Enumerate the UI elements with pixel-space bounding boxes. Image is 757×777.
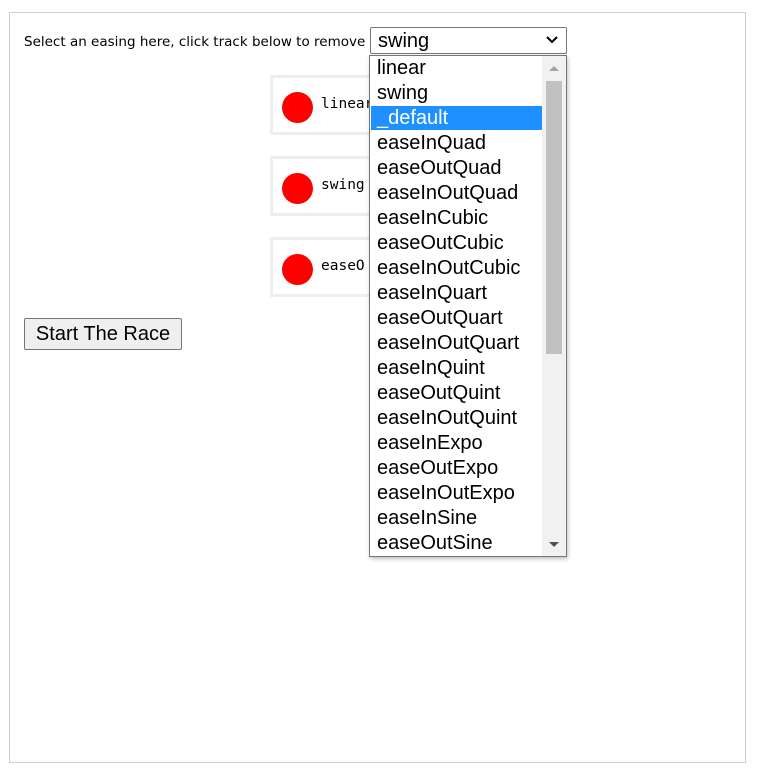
race-ball xyxy=(282,92,313,123)
dropdown-scrollbar[interactable] xyxy=(542,56,566,556)
track-linear[interactable]: linear xyxy=(270,75,376,135)
track-label: easeO xyxy=(321,258,365,274)
dropdown-option[interactable]: _default xyxy=(371,106,542,130)
dropdown-option[interactable]: easeInQuad xyxy=(371,131,542,155)
dropdown-option[interactable]: easeInQuart xyxy=(371,281,542,305)
dropdown-option[interactable]: easeInQuint xyxy=(371,356,542,380)
dropdown-option[interactable]: easeInOutCubic xyxy=(371,256,542,280)
race-ball xyxy=(282,173,313,204)
track-label: linear xyxy=(321,96,374,112)
dropdown-option[interactable]: easeOutExpo xyxy=(371,456,542,480)
track-swing[interactable]: swing xyxy=(270,156,376,216)
track-label: swing xyxy=(321,177,365,193)
scroll-thumb[interactable] xyxy=(546,81,562,354)
scroll-down-arrow-icon[interactable] xyxy=(542,532,566,556)
easing-dropdown-list: linear swing _default easeInQuad easeOutQuad… xyxy=(369,55,567,557)
track-easeout[interactable]: easeO xyxy=(270,237,376,297)
dropdown-option[interactable]: easeInOutExpo xyxy=(371,481,542,505)
easing-select-value: swing xyxy=(378,30,430,52)
dropdown-option[interactable]: swing xyxy=(371,81,542,105)
dropdown-option[interactable]: easeInOutQuad xyxy=(371,181,542,205)
dropdown-option[interactable]: easeOutSine xyxy=(371,531,542,555)
dropdown-option[interactable]: easeInSine xyxy=(371,506,542,530)
dropdown-option[interactable]: easeOutQuint xyxy=(371,381,542,405)
dropdown-option[interactable]: easeOutQuart xyxy=(371,306,542,330)
easing-select[interactable]: swing xyxy=(370,27,567,54)
dropdown-option[interactable]: easeInCubic xyxy=(371,206,542,230)
start-race-button[interactable]: Start The Race xyxy=(24,318,182,350)
chevron-down-icon xyxy=(546,36,558,44)
dropdown-option[interactable]: linear xyxy=(371,56,542,80)
scroll-up-arrow-icon[interactable] xyxy=(542,56,566,80)
dropdown-option[interactable]: easeInOutQuint xyxy=(371,406,542,430)
instruction-text: Select an easing here, click track below… xyxy=(24,34,366,50)
dropdown-option[interactable]: easeInExpo xyxy=(371,431,542,455)
dropdown-option[interactable]: easeOutQuad xyxy=(371,156,542,180)
dropdown-option[interactable]: easeOutCubic xyxy=(371,231,542,255)
dropdown-option[interactable]: easeInOutQuart xyxy=(371,331,542,355)
race-ball xyxy=(282,254,313,285)
